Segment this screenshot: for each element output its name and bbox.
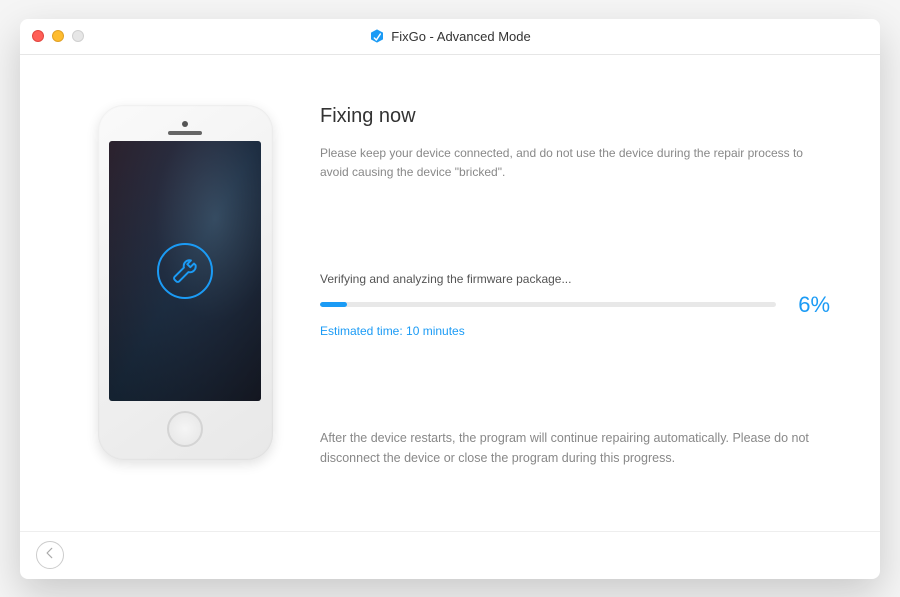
device-speaker — [168, 131, 202, 135]
wrench-icon — [157, 243, 213, 299]
app-window: FixGo - Advanced Mode — [20, 19, 880, 579]
progress-fill — [320, 302, 347, 307]
progress-percent: 6% — [790, 292, 830, 318]
maximize-window-button — [72, 30, 84, 42]
progress-bar — [320, 302, 776, 307]
window-title-group: FixGo - Advanced Mode — [369, 28, 530, 44]
estimated-time: Estimated time: 10 minutes — [320, 324, 830, 338]
titlebar: FixGo - Advanced Mode — [20, 19, 880, 55]
device-mockup — [98, 105, 273, 460]
device-screen — [109, 141, 261, 401]
page-heading: Fixing now — [320, 105, 830, 128]
window-controls — [32, 30, 84, 42]
bottom-bar — [20, 531, 880, 579]
page-description: Please keep your device connected, and d… — [320, 144, 830, 182]
fixgo-icon — [369, 28, 385, 44]
footer-note: After the device restarts, the program w… — [320, 428, 830, 468]
progress-row: 6% — [320, 292, 830, 318]
arrow-left-icon — [43, 546, 57, 565]
device-camera — [182, 121, 188, 127]
content-area: Fixing now Please keep your device conne… — [20, 55, 880, 531]
window-title: FixGo - Advanced Mode — [391, 29, 530, 44]
back-button[interactable] — [36, 541, 64, 569]
close-window-button[interactable] — [32, 30, 44, 42]
main-pane: Fixing now Please keep your device conne… — [300, 95, 830, 531]
minimize-window-button[interactable] — [52, 30, 64, 42]
device-home-button — [167, 411, 203, 447]
progress-status-text: Verifying and analyzing the firmware pac… — [320, 272, 830, 286]
device-preview-pane — [70, 95, 300, 531]
device-top — [108, 115, 263, 141]
